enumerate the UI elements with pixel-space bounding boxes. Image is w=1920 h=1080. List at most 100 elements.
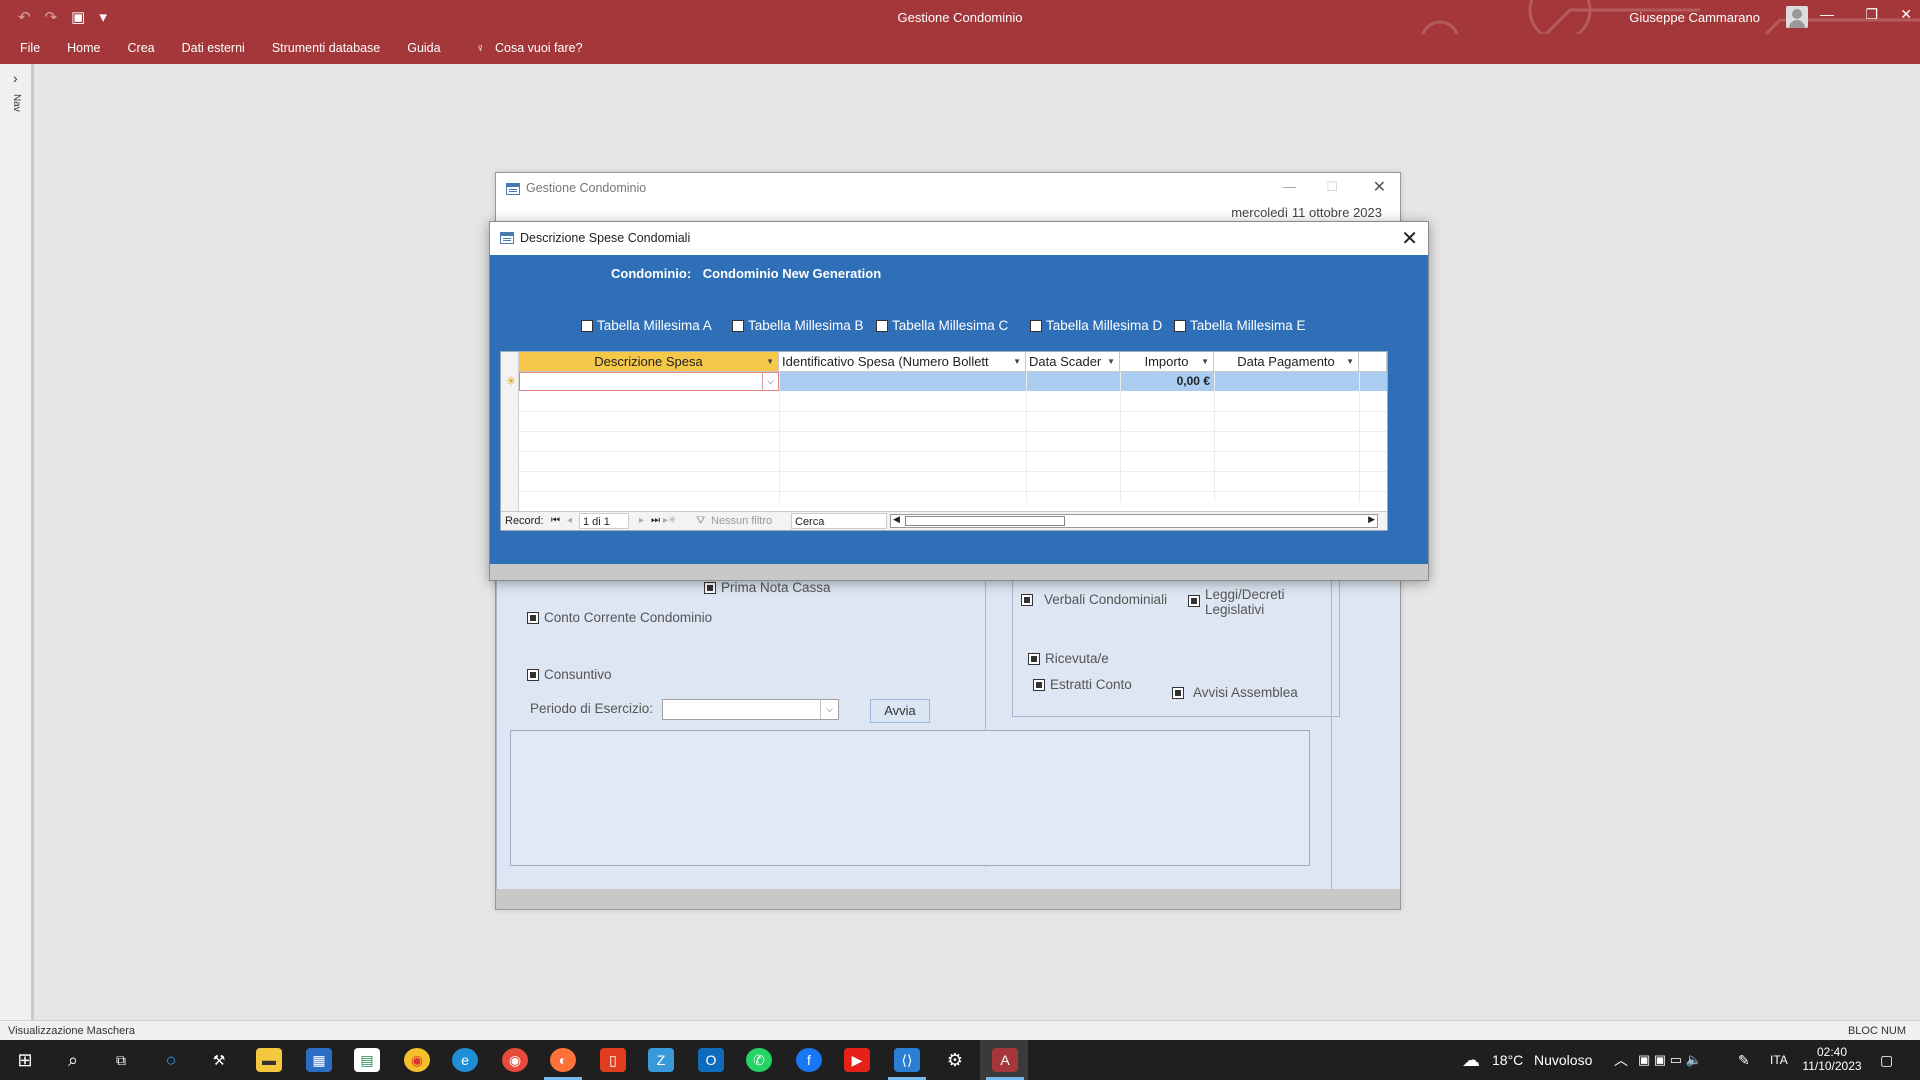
tabella-a-checkbox[interactable]: Tabella Millesima A [581,318,712,333]
weather-cloud-icon[interactable]: ☁ [1462,1040,1480,1080]
checkbox-unchecked-icon[interactable] [732,319,744,332]
navpane-label[interactable]: Nav [11,94,22,112]
checkbox-checked-icon[interactable] [1021,594,1033,606]
window-minimize-button[interactable]: — [1820,6,1834,22]
col-data-pagamento[interactable]: Data Pagamento ▼ [1214,352,1359,372]
new-record-nav-icon[interactable]: ▸✳ [663,515,676,526]
col-importo[interactable]: Importo ▼ [1120,352,1214,372]
new-record-icon[interactable]: ✳ [506,374,516,388]
form-maximize-icon[interactable]: ☐ [1326,179,1338,195]
first-record-icon[interactable]: ⏮ [551,515,560,526]
windows-start-icon[interactable]: ⊞ [12,1048,38,1072]
col-data-scadenza[interactable]: Data Scader ▼ [1026,352,1120,372]
whatsapp-icon[interactable]: ✆ [746,1048,772,1072]
importo-cell[interactable]: 0,00 € [1120,374,1210,388]
check-consuntivo[interactable]: Consuntivo [527,667,612,682]
outlook-icon[interactable]: O [698,1048,724,1072]
tray-chevron-up-icon[interactable]: ︿ [1614,1040,1628,1080]
window-restore-button[interactable]: ❐ [1865,6,1878,23]
checkbox-checked-icon[interactable] [704,582,716,594]
tabella-b-checkbox[interactable]: Tabella Millesima B [732,318,864,333]
record-position-input[interactable]: 1 di 1 [579,513,629,529]
horizontal-scrollbar[interactable]: ◀ ▶ [890,514,1378,528]
check-prima-nota[interactable]: Prima Nota Cassa [704,580,831,595]
no-filter-label[interactable]: Nessun filtro [711,515,772,527]
tabella-d-checkbox[interactable]: Tabella Millesima D [1030,318,1162,333]
checkbox-unchecked-icon[interactable] [581,319,593,332]
access-icon[interactable]: A [986,1048,1024,1080]
tool-icon[interactable]: ⚒ [206,1048,232,1072]
checkbox-unchecked-icon[interactable] [1174,319,1186,332]
chrome-icon[interactable]: ◉ [502,1048,528,1072]
dialog-close-icon[interactable]: ✕ [1401,226,1418,251]
tab-crea[interactable]: Crea [128,41,155,55]
col-descrizione-spesa[interactable]: Descrizione Spesa ▼ [519,352,779,372]
zoom-icon[interactable]: Z [648,1048,674,1072]
tabella-c-checkbox[interactable]: Tabella Millesima C [876,318,1008,333]
clock[interactable]: 02:40 11/10/2023 [1802,1040,1862,1080]
weather-temp[interactable]: 18°C [1492,1040,1523,1080]
checkbox-checked-icon[interactable] [1172,687,1184,699]
scroll-thumb[interactable] [905,516,1065,526]
vscode-icon[interactable]: ⟨⟩ [888,1048,926,1080]
store-icon[interactable]: ▦ [306,1048,332,1072]
check-verbali[interactable]: Verbali Condominiali [1021,592,1167,607]
check-leggi[interactable]: Leggi/Decreti Legislativi [1188,587,1298,617]
firefox-icon[interactable]: ◐ [544,1048,582,1080]
descrizione-spesa-combo[interactable]: ⌵ [519,372,779,391]
window-close-button[interactable]: ✕ [1900,6,1912,23]
check-ricevute[interactable]: Ricevuta/e [1028,651,1109,666]
tab-dati-esterni[interactable]: Dati esterni [182,41,245,55]
checkbox-checked-icon[interactable] [1033,679,1045,691]
avatar[interactable] [1786,6,1808,28]
sticky-notes-icon[interactable]: ▤ [354,1048,380,1072]
last-record-icon[interactable]: ⏭ [651,515,660,526]
scroll-left-icon[interactable]: ◀ [893,514,900,525]
tab-file[interactable]: File [20,41,40,55]
sort-dropdown-icon[interactable]: ▼ [1013,352,1021,371]
tell-me-box[interactable]: ♀ Cosa vuoi fare? [476,41,583,55]
task-view-icon[interactable]: ⧉ [108,1048,134,1072]
sort-dropdown-icon[interactable]: ▼ [1107,352,1115,371]
prev-record-icon[interactable]: ◂ [567,515,572,526]
cortana-icon[interactable]: ○ [158,1048,184,1072]
check-estratti[interactable]: Estratti Conto [1033,677,1132,692]
sort-dropdown-icon[interactable]: ▼ [1201,352,1209,371]
checkbox-unchecked-icon[interactable] [876,319,888,332]
expand-pane-icon[interactable]: › [13,70,18,86]
language-indicator[interactable]: ITA [1770,1040,1788,1080]
scroll-right-icon[interactable]: ▶ [1368,514,1375,525]
tab-home[interactable]: Home [67,41,100,55]
checkbox-checked-icon[interactable] [527,669,539,681]
pen-icon[interactable]: ✎ [1738,1040,1750,1080]
chrome-canary-icon[interactable]: ◉ [404,1048,430,1072]
tray-icons[interactable]: ▣ ▣ ▭ 🔈 [1638,1040,1702,1080]
tab-strumenti-database[interactable]: Strumenti database [272,41,380,55]
settings-gear-icon[interactable]: ⚙ [942,1048,968,1072]
chevron-down-icon[interactable]: ⌵ [762,373,778,390]
tabella-e-checkbox[interactable]: Tabella Millesima E [1174,318,1306,333]
office-icon[interactable]: ▯ [600,1048,626,1072]
form-close-icon[interactable]: ✕ [1373,177,1386,197]
checkbox-checked-icon[interactable] [527,612,539,624]
sort-dropdown-icon[interactable]: ▼ [1346,352,1354,371]
checkbox-checked-icon[interactable] [1028,653,1040,665]
tab-guida[interactable]: Guida [407,41,440,55]
periodo-combo[interactable]: ⌵ [662,699,839,720]
col-identificativo-spesa[interactable]: Identificativo Spesa (Numero Bollett ▼ [779,352,1026,372]
checkbox-unchecked-icon[interactable] [1030,319,1042,332]
search-input[interactable]: Cerca [791,513,887,529]
chevron-down-icon[interactable]: ⌵ [820,700,838,719]
check-avvisi[interactable]: Avvisi Assemblea [1172,685,1298,700]
checkbox-checked-icon[interactable] [1188,595,1200,607]
edge-icon[interactable]: e [452,1048,478,1072]
user-name[interactable]: Giuseppe Cammarano [1629,10,1760,25]
facebook-icon[interactable]: f [796,1048,822,1072]
youtube-icon[interactable]: ▶ [844,1048,870,1072]
form-minimize-icon[interactable]: — [1283,179,1296,194]
avvia-button[interactable]: Avvia [870,699,930,723]
file-explorer-icon[interactable]: ▬ [256,1048,282,1072]
sort-dropdown-icon[interactable]: ▼ [766,352,774,371]
notifications-icon[interactable]: ▢ [1880,1040,1893,1080]
check-conto-corrente[interactable]: Conto Corrente Condominio [527,610,712,625]
